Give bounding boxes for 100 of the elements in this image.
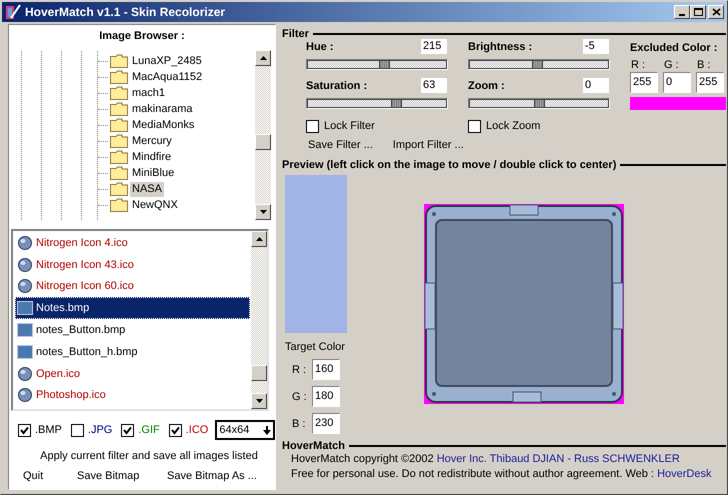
folder-item[interactable]: Mindfire bbox=[130, 150, 174, 164]
checkbox-label: .JPG bbox=[88, 424, 112, 436]
checkbox-label: Lock Zoom bbox=[486, 120, 540, 132]
section-title: HoverMatch bbox=[282, 440, 345, 452]
folder-item[interactable]: MacAqua1152 bbox=[130, 70, 204, 84]
folder-icon bbox=[110, 198, 128, 212]
image-icon bbox=[17, 387, 33, 404]
folder-icon bbox=[110, 182, 128, 196]
window-title: HoverMatch v1.1 - Skin Recolorizer bbox=[25, 5, 226, 19]
channel-field[interactable]: 180 bbox=[312, 386, 340, 407]
checkbox-label: .ICO bbox=[186, 424, 208, 436]
down-arrow-icon bbox=[263, 426, 271, 434]
size-dropdown[interactable]: 64x64 bbox=[215, 420, 275, 440]
file-item[interactable]: Nitrogen Icon 4.ico bbox=[15, 232, 250, 254]
checkbox-label: .BMP bbox=[35, 424, 62, 436]
about-text: Free for personal use. Do not redistribute without author agreement. Web : bbox=[291, 468, 654, 480]
maximize-icon bbox=[694, 8, 702, 16]
folder-icon bbox=[110, 70, 128, 84]
slider-thumb[interactable] bbox=[379, 60, 390, 69]
panel-title: Image Browser : bbox=[98, 29, 186, 44]
checkbox[interactable] bbox=[468, 120, 481, 132]
checkbox[interactable] bbox=[70, 424, 84, 436]
about-text: HoverMatch copyright ©2002 bbox=[291, 453, 434, 465]
scroll-down-button[interactable] bbox=[255, 204, 271, 220]
app-icon bbox=[5, 4, 21, 20]
slider-label: Zoom : bbox=[468, 80, 505, 92]
image-icon bbox=[17, 234, 33, 251]
scroll-up-button[interactable] bbox=[251, 231, 267, 247]
folder-item[interactable]: LunaXP_2485 bbox=[130, 54, 204, 68]
checkbox-label: .GIF bbox=[138, 424, 160, 436]
scroll-up-button[interactable] bbox=[255, 50, 271, 66]
scrollbar-thumb[interactable] bbox=[251, 365, 267, 381]
file-item[interactable]: Photoshop.ico bbox=[15, 384, 250, 406]
close-button[interactable] bbox=[708, 5, 724, 19]
action-button[interactable]: Quit bbox=[23, 470, 77, 482]
close-icon bbox=[712, 8, 720, 16]
folder-item[interactable]: Mercury bbox=[130, 134, 174, 148]
folder-item[interactable]: mach1 bbox=[130, 86, 168, 100]
slider-label: Saturation : bbox=[306, 80, 368, 92]
section-title: Preview (left click on the image to move / double click to center) bbox=[282, 159, 616, 171]
minimize-button[interactable] bbox=[674, 5, 690, 19]
folder-icon bbox=[110, 118, 128, 132]
value-field[interactable]: 215 bbox=[421, 39, 447, 54]
maximize-button[interactable] bbox=[690, 5, 706, 19]
value-field[interactable]: 63 bbox=[421, 78, 447, 93]
file-item[interactable]: Open.ico bbox=[15, 362, 250, 385]
action-button[interactable]: Save Bitmap As ... bbox=[167, 470, 257, 482]
up-arrow-icon bbox=[256, 237, 262, 241]
channel-label: R : bbox=[630, 59, 646, 71]
image-icon bbox=[17, 278, 33, 294]
channel-label: G : bbox=[291, 390, 308, 402]
value-field[interactable]: -5 bbox=[583, 39, 609, 54]
folder-item[interactable]: NewQNX bbox=[130, 198, 180, 212]
checkbox[interactable] bbox=[168, 424, 182, 436]
channel-field[interactable]: 255 bbox=[696, 72, 724, 93]
image-icon bbox=[17, 366, 33, 382]
image-icon bbox=[17, 256, 33, 273]
value-field[interactable]: 0 bbox=[583, 78, 609, 93]
author-link[interactable]: HoverDesk bbox=[657, 468, 712, 480]
target-color-label: Target Color bbox=[285, 341, 346, 353]
channel-label: G : bbox=[663, 59, 680, 71]
folder-item[interactable]: MiniBlue bbox=[130, 166, 176, 180]
file-item[interactable]: Nitrogen Icon 43.ico bbox=[15, 254, 250, 276]
apply-all-link[interactable]: Apply current filter and save all images listed bbox=[23, 450, 275, 462]
author-link[interactable]: Hover Inc. Thibaud DJIAN - Russ SCHWENKLER bbox=[436, 453, 680, 465]
checkbox[interactable] bbox=[18, 424, 31, 436]
folder-item[interactable]: MediaMonks bbox=[130, 118, 196, 132]
checkbox[interactable] bbox=[306, 120, 319, 132]
section-label: Excluded Color : bbox=[630, 41, 718, 56]
down-arrow-icon bbox=[260, 210, 266, 214]
slider-label: Hue : bbox=[306, 40, 334, 52]
channel-field[interactable]: 0 bbox=[663, 72, 691, 93]
file-item[interactable]: Nitrogen Icon 60.ico bbox=[15, 276, 250, 298]
file-item[interactable]: notes_Button.bmp bbox=[15, 319, 250, 341]
folder-item[interactable]: NASA bbox=[130, 182, 164, 196]
action-button[interactable]: Save Bitmap bbox=[77, 470, 167, 482]
filter-button[interactable]: Save Filter ... bbox=[308, 139, 373, 151]
file-item[interactable]: Notes.bmp bbox=[15, 297, 250, 320]
slider-thumb[interactable] bbox=[532, 60, 544, 69]
folder-icon bbox=[110, 102, 128, 116]
bitmap-icon bbox=[17, 344, 33, 360]
slider-label: Brightness : bbox=[468, 40, 532, 52]
checkbox-label: Lock Filter bbox=[324, 120, 375, 132]
slider-thumb[interactable] bbox=[390, 99, 402, 108]
slider-thumb[interactable] bbox=[534, 99, 544, 108]
channel-field[interactable]: 230 bbox=[312, 413, 340, 434]
folder-icon bbox=[110, 166, 128, 180]
folder-item[interactable]: makinarama bbox=[130, 102, 195, 116]
bitmap-icon bbox=[17, 300, 33, 316]
file-item[interactable]: notes_Button_h.bmp bbox=[15, 340, 250, 363]
channel-label: B : bbox=[291, 418, 306, 430]
up-arrow-icon bbox=[260, 56, 266, 60]
scrollbar-thumb[interactable] bbox=[255, 134, 271, 150]
checkbox[interactable] bbox=[121, 424, 134, 436]
channel-field[interactable]: 255 bbox=[630, 72, 658, 93]
folder-icon bbox=[110, 86, 128, 100]
channel-field[interactable]: 160 bbox=[312, 359, 340, 380]
channel-label: R : bbox=[291, 364, 308, 376]
scroll-down-button[interactable] bbox=[251, 393, 267, 409]
filter-button[interactable]: Import Filter ... bbox=[392, 139, 464, 151]
